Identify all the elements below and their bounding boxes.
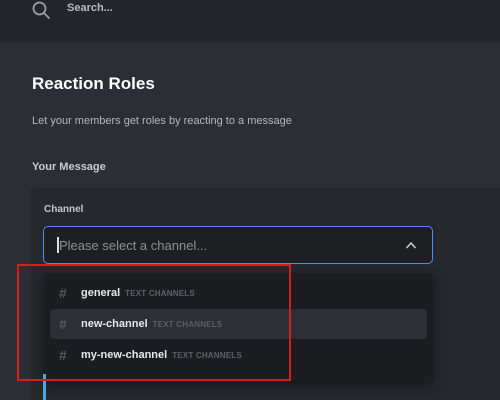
search-icon[interactable] (31, 0, 51, 20)
channel-label: Channel (44, 204, 84, 215)
page-subtitle: Let your members get roles by reacting t… (32, 115, 292, 127)
section-label: Your Message (32, 161, 106, 173)
channel-select[interactable]: Please select a channel... (43, 226, 433, 264)
top-bar: Search... (0, 0, 500, 42)
page-title: Reaction Roles (32, 74, 155, 93)
channel-select-placeholder: Please select a channel... (59, 238, 208, 253)
chevron-up-icon[interactable] (406, 241, 416, 249)
search-input[interactable]: Search... (67, 2, 113, 14)
highlight-annotation (17, 264, 291, 381)
